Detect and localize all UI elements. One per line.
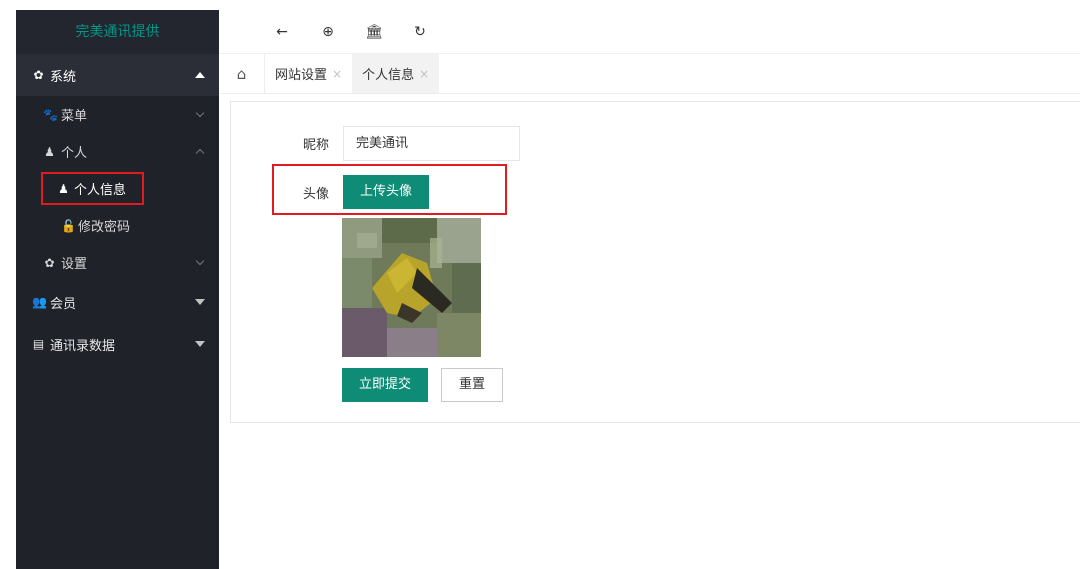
globe-icon[interactable]: ⊕: [305, 24, 351, 40]
sidebar-item-label: 会员: [50, 296, 77, 312]
avatar-row: 头像 上传头像: [289, 175, 430, 209]
refresh-icon[interactable]: ↻: [397, 24, 443, 40]
logo[interactable]: 完美通讯提供: [16, 10, 219, 54]
caret-up-icon: [195, 72, 205, 78]
tab-label: 个人信息: [362, 68, 415, 83]
avatar-preview-image: [342, 218, 481, 357]
submit-button[interactable]: 立即提交: [342, 368, 429, 402]
sidebar-item-members[interactable]: 👥 会员: [16, 281, 219, 323]
gear-icon: ✿: [33, 68, 44, 82]
chevron-down-icon: [195, 108, 205, 118]
nickname-label: 昵称: [302, 138, 329, 153]
sidebar-item-change-password[interactable]: 🔓 修改密码: [16, 207, 219, 244]
chevron-down-icon: [195, 256, 205, 266]
sidebar-item-label: 修改密码: [78, 220, 131, 235]
sidebar-item-contacts[interactable]: ▤ 通讯录数据: [16, 323, 219, 365]
home-icon[interactable]: ⌂: [219, 54, 265, 93]
tab-bar: ⌂ 网站设置 × 个人信息 ×: [219, 54, 1080, 94]
profile-form-card: 昵称 完美通讯 头像 上传头像 立即提交 重置: [230, 101, 1080, 423]
user-icon: ♟: [44, 144, 55, 159]
reset-button[interactable]: 重置: [441, 368, 504, 402]
arrow-left-icon[interactable]: ←: [259, 24, 305, 40]
main-area: ← ⊕ 🏛 ↻ ⌂ 网站设置 × 个人信息 × 昵称 完美通讯 头像 上传头像 …: [219, 10, 1080, 569]
lock-icon: 🔓: [61, 218, 76, 233]
sidebar-item-label: 菜单: [61, 109, 88, 124]
sidebar-item-settings[interactable]: ✿ 设置: [16, 244, 219, 281]
paw-icon: 🐾: [43, 107, 58, 122]
sidebar-item-label: 个人信息: [74, 183, 127, 198]
sidebar-item-menu[interactable]: 🐾 菜单: [16, 96, 219, 133]
id-card-icon: ▤: [32, 337, 45, 351]
form-actions: 立即提交 重置: [342, 368, 504, 402]
gear-icon: ✿: [44, 255, 55, 270]
close-icon[interactable]: ×: [332, 67, 342, 81]
sidebar-item-label: 设置: [61, 257, 88, 272]
nickname-input[interactable]: 完美通讯: [343, 126, 520, 161]
tab-personal-info[interactable]: 个人信息 ×: [352, 54, 440, 93]
sidebar-item-personal-info[interactable]: ♟ 个人信息: [16, 170, 219, 207]
tab-label: 网站设置: [275, 68, 328, 83]
bank-icon[interactable]: 🏛: [351, 24, 397, 40]
sidebar-item-label: 个人: [61, 146, 88, 161]
app-frame: 完美通讯提供 ✿ 系统 🐾 菜单 ♟ 个人 ♟ 个人信息 🔓 修改密码 ✿ 设置…: [16, 10, 1080, 569]
bird-photo: [342, 218, 481, 357]
users-icon: 👥: [32, 295, 47, 309]
sidebar: 完美通讯提供 ✿ 系统 🐾 菜单 ♟ 个人 ♟ 个人信息 🔓 修改密码 ✿ 设置…: [16, 10, 219, 569]
avatar-label: 头像: [302, 186, 329, 202]
nickname-row: 昵称 完美通讯: [289, 126, 520, 161]
caret-down-icon: [195, 299, 205, 305]
toolbar: ← ⊕ 🏛 ↻: [219, 10, 1080, 54]
active-item-highlight: ♟ 个人信息: [41, 172, 145, 205]
sidebar-item-personal[interactable]: ♟ 个人: [16, 133, 219, 170]
user-icon: ♟: [58, 181, 69, 196]
chevron-up-icon: [195, 148, 205, 158]
tab-website-settings[interactable]: 网站设置 ×: [265, 54, 352, 93]
caret-down-icon: [195, 341, 205, 347]
close-icon[interactable]: ×: [419, 67, 429, 81]
sidebar-item-system[interactable]: ✿ 系统: [16, 54, 219, 96]
upload-avatar-button[interactable]: 上传头像: [343, 175, 430, 209]
sidebar-item-label: 通讯录数据: [50, 338, 116, 354]
sidebar-item-label: 系统: [50, 69, 77, 85]
